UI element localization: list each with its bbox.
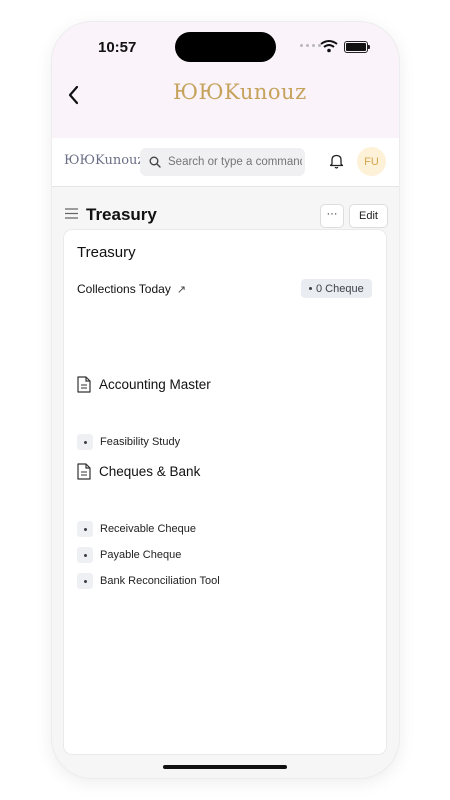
search-input[interactable] — [168, 156, 302, 168]
avatar[interactable]: FU — [357, 147, 386, 176]
status-bar: 10:57 — [52, 22, 399, 72]
collections-label: Collections Today — [77, 282, 171, 296]
chevron-left-icon — [68, 85, 79, 105]
brand-logo: ЮЮKunouz — [173, 80, 307, 104]
external-arrow-icon: ↗ — [176, 283, 187, 296]
top-toolbar: ЮЮKunouz FU — [52, 138, 399, 187]
bullet-icon — [77, 573, 93, 589]
more-options-button[interactable]: ··· — [320, 204, 344, 228]
bell-icon[interactable] — [329, 153, 344, 169]
list-item-receivable-cheque[interactable]: Receivable Cheque — [77, 521, 196, 537]
status-time: 10:57 — [98, 39, 137, 56]
search-icon — [149, 156, 161, 168]
menu-icon[interactable] — [65, 208, 78, 219]
badge-label: 0 Cheque — [316, 282, 364, 295]
dynamic-island — [175, 32, 276, 62]
card-title: Treasury — [77, 244, 136, 261]
wifi-icon — [320, 40, 338, 53]
phone-frame: 10:57 ЮЮKunouz ЮЮKunouz Search or type a… — [52, 22, 399, 778]
list-item-feasibility-study[interactable]: Feasibility Study — [77, 434, 180, 450]
signal-icon — [300, 44, 321, 47]
workspace-card: Treasury Collections Today ↗ 0 Cheque Ac… — [64, 230, 386, 754]
list-item-bank-reconciliation-tool[interactable]: Bank Reconciliation Tool — [77, 573, 220, 589]
app-bar: ЮЮKunouz — [52, 72, 399, 138]
bullet-icon — [77, 434, 93, 450]
collections-today-link[interactable]: Collections Today ↗ — [77, 282, 186, 296]
battery-icon — [344, 41, 370, 53]
list-item-label: Receivable Cheque — [100, 523, 197, 535]
status-badge: 0 Cheque — [301, 279, 372, 298]
document-icon — [77, 376, 91, 393]
list-item-label: Bank Reconciliation Tool — [100, 575, 220, 587]
page-title: Treasury — [86, 205, 157, 224]
section-cheques-bank: Cheques & Bank — [77, 463, 200, 480]
toolbar-logo[interactable]: ЮЮKunouz — [64, 153, 144, 168]
edit-button[interactable]: Edit — [349, 204, 388, 228]
section-accounting-master: Accounting Master — [77, 376, 211, 393]
search-box[interactable] — [140, 148, 305, 176]
bullet-icon — [77, 521, 93, 537]
bullet-icon — [77, 547, 93, 563]
list-item-payable-cheque[interactable]: Payable Cheque — [77, 547, 181, 563]
home-indicator[interactable] — [163, 765, 287, 769]
section-title: Accounting Master — [99, 377, 211, 392]
section-title: Cheques & Bank — [99, 464, 201, 479]
document-icon — [77, 463, 91, 480]
back-button[interactable] — [66, 84, 80, 110]
list-item-label: Feasibility Study — [100, 436, 181, 448]
list-item-label: Payable Cheque — [100, 549, 182, 561]
